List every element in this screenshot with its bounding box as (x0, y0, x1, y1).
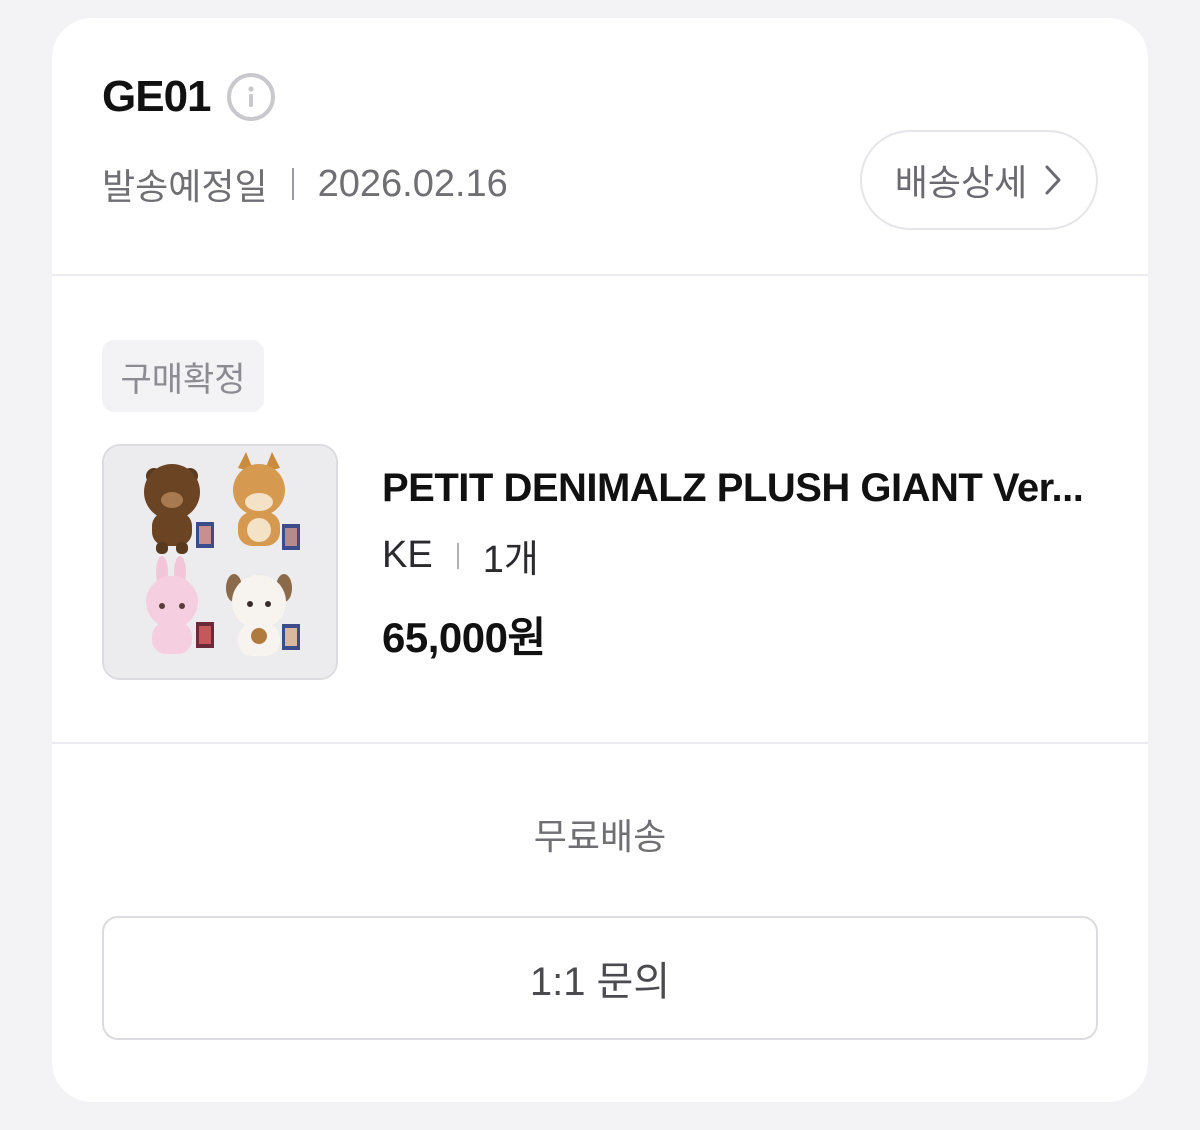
quantity: 1개 (482, 539, 539, 581)
product-title[interactable]: PETIT DENIMALZ PLUSH GIANT Ver... (382, 466, 1084, 511)
shipping-detail-label: 배송상세 (894, 162, 1028, 203)
ship-date-label: 발송예정일 (102, 166, 268, 207)
order-header: GE01 발송예정일 2026.02.16 배송상세 (52, 18, 1148, 276)
shipping-fee: 무료배송 (533, 816, 667, 857)
divider (291, 168, 294, 200)
ship-date-row: 발송예정일 2026.02.16 (102, 158, 508, 210)
chevron-right-icon (1045, 165, 1061, 195)
ship-date-value: 2026.02.16 (317, 162, 508, 205)
plush-toys-image (104, 446, 336, 678)
product-thumbnail[interactable] (102, 444, 338, 680)
order-id: GE01 (102, 72, 212, 121)
seller-name: KE (382, 534, 433, 576)
order-id-row: GE01 (102, 72, 275, 122)
order-card: GE01 발송예정일 2026.02.16 배송상세 구매확정 PETIT DE… (52, 18, 1148, 1102)
product-price: 65,000원 (382, 614, 546, 661)
shipping-detail-button[interactable]: 배송상세 (860, 130, 1098, 230)
info-icon[interactable] (226, 73, 275, 121)
product-meta: KE 1개 (382, 528, 539, 583)
order-item-section: 구매확정 PETIT DENIMALZ PLUSH GIANT Ver... K… (52, 276, 1148, 744)
divider (456, 542, 459, 569)
inquiry-button[interactable]: 1:1 문의 (102, 916, 1098, 1040)
status-badge: 구매확정 (102, 340, 264, 412)
